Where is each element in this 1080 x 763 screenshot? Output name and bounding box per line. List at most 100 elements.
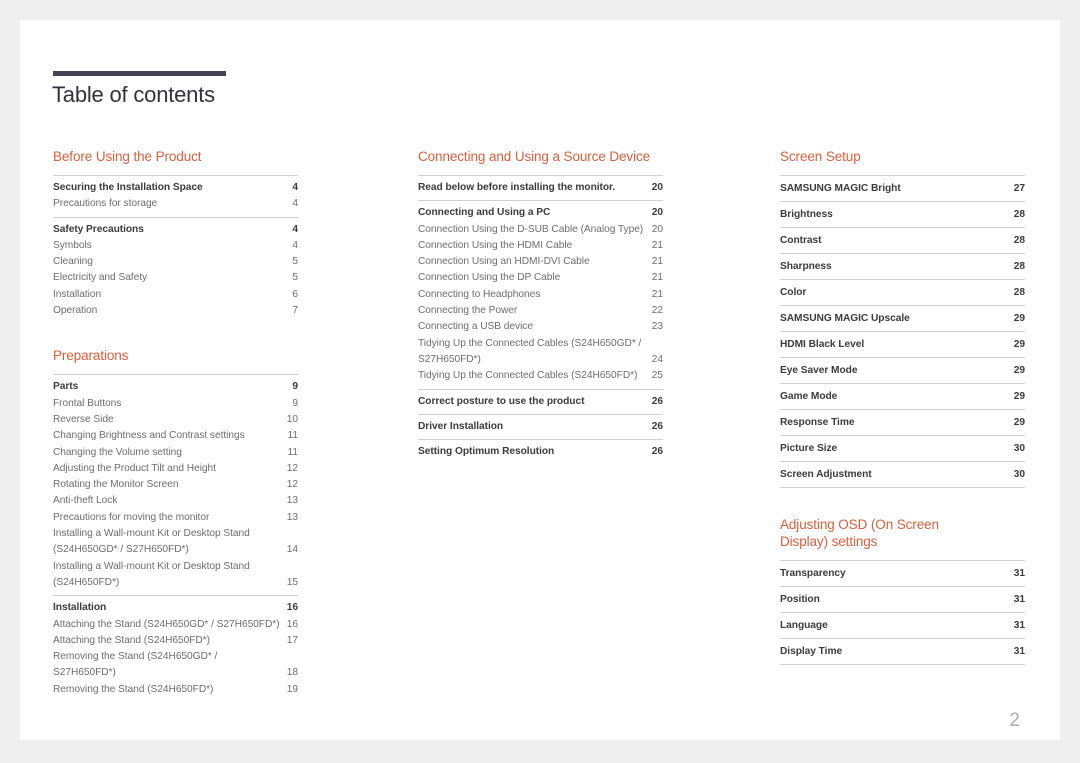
toc-entry-page-number: 29 (1013, 313, 1025, 324)
toc-entry-label: Connection Using the DP Cable (418, 272, 561, 284)
toc-entry[interactable]: Anti-theft Lock 13 (53, 493, 298, 509)
toc-entry-page-number: 29 (1013, 417, 1025, 428)
toc-entry[interactable]: Tidying Up the Connected Cables (S24H650… (418, 368, 663, 384)
toc-entry-label: Precautions for storage (53, 198, 158, 210)
toc-entry[interactable]: Precautions for storage 4 (53, 196, 298, 212)
toc-entry-page-number: 29 (1013, 339, 1025, 350)
toc-entry[interactable]: Game Mode 29 (780, 383, 1025, 409)
toc-entry[interactable]: Connection Using the D-SUB Cable (Analog… (418, 222, 663, 238)
toc-entry-page-number: 12 (286, 462, 298, 474)
toc-entry-page-number: 30 (1013, 443, 1025, 454)
toc-entry-page-number: 16 (286, 602, 298, 614)
toc-entry[interactable]: Language 31 (780, 612, 1025, 638)
toc-entry[interactable]: Installing a Wall-mount Kit or Desktop S… (53, 526, 298, 559)
document-page: Table of contents Before Using the Produ… (20, 20, 1060, 740)
toc-entry[interactable]: Connecting and Using a PC 20 (418, 200, 663, 221)
toc-entry[interactable]: Connection Using an HDMI-DVI Cable 21 (418, 254, 663, 270)
toc-entry[interactable]: Picture Size 30 (780, 435, 1025, 461)
toc-entry-label: Anti-theft Lock (53, 495, 118, 507)
toc-entry[interactable]: Tidying Up the Connected Cables (S24H650… (418, 336, 663, 369)
toc-entry-label: Language (780, 620, 828, 631)
toc-entry[interactable]: Symbols 4 (53, 238, 298, 254)
toc-entry[interactable]: Parts 9 (53, 374, 298, 395)
toc-entry[interactable]: Eye Saver Mode 29 (780, 357, 1025, 383)
toc-entry[interactable]: Read below before installing the monitor… (418, 175, 663, 196)
toc-entry-label: Rotating the Monitor Screen (53, 479, 179, 491)
toc-entry[interactable]: Reverse Side 10 (53, 412, 298, 428)
toc-entry-page-number: 4 (292, 239, 298, 251)
toc-entry-label: Operation (53, 305, 98, 317)
toc-entry[interactable]: Installing a Wall-mount Kit or Desktop S… (53, 559, 298, 592)
toc-entry-page-number: 28 (1013, 261, 1025, 272)
toc-entry-label: Transparency (780, 568, 846, 579)
toc-entry[interactable]: Transparency 31 (780, 560, 1025, 586)
toc-entry-label: Picture Size (780, 443, 838, 454)
toc-entry[interactable]: Installation 16 (53, 595, 298, 616)
toc-entry[interactable]: Safety Precautions 4 (53, 216, 298, 238)
toc-entry[interactable]: Precautions for moving the monitor 13 (53, 510, 298, 526)
toc-entry[interactable]: HDMI Black Level 29 (780, 331, 1025, 357)
toc-entry[interactable]: Screen Adjustment 30 (780, 461, 1025, 487)
toc-entry-page-number: 29 (1013, 365, 1025, 376)
toc-entry[interactable]: Removing the Stand (S24H650GD* / S27H650… (53, 649, 298, 682)
toc-entry[interactable]: Frontal Buttons 9 (53, 396, 298, 412)
toc-entry[interactable]: Attaching the Stand (S24H650GD* / S27H65… (53, 617, 298, 633)
toc-entry-page-number: 20 (651, 207, 663, 219)
toc-entry[interactable]: Adjusting the Product Tilt and Height 12 (53, 461, 298, 477)
toc-entry[interactable]: Response Time 29 (780, 409, 1025, 435)
toc-entry[interactable]: Contrast 28 (780, 227, 1025, 253)
toc-entry-label: SAMSUNG MAGIC Upscale (780, 313, 910, 324)
toc-entry-label: Screen Adjustment (780, 469, 872, 480)
toc-entry-label: Attaching the Stand (S24H650GD* / S27H65… (53, 618, 280, 630)
toc-entry-label: Attaching the Stand (S24H650FD*) (53, 634, 210, 646)
toc-entry[interactable]: Brightness 28 (780, 201, 1025, 227)
toc-entry-label: Connection Using the D-SUB Cable (Analog… (418, 223, 644, 235)
toc-entry[interactable]: Connection Using the HDMI Cable 21 (418, 238, 663, 254)
toc-entry[interactable]: Driver Installation 26 (418, 413, 663, 435)
toc-entry-page-number: 7 (292, 305, 298, 317)
toc-entry[interactable]: Operation 7 (53, 303, 298, 319)
toc-section-heading: Connecting and Using a Source Device (418, 149, 651, 164)
toc-entry-page-number: 28 (1013, 235, 1025, 246)
toc-entry[interactable]: Connection Using the DP Cable 21 (418, 270, 663, 286)
toc-entry[interactable]: Changing Brightness and Contrast setting… (53, 428, 298, 444)
toc-entry-page-number: 4 (292, 223, 298, 235)
toc-entry[interactable]: Correct posture to use the product 26 (418, 388, 663, 410)
toc-entry-page-number: 15 (286, 576, 298, 588)
toc-entry[interactable]: Position 31 (780, 586, 1025, 612)
toc-entry[interactable]: Securing the Installation Space 4 (53, 175, 298, 196)
toc-entry[interactable]: Connecting to Headphones 21 (418, 287, 663, 303)
toc-entry[interactable]: Rotating the Monitor Screen 12 (53, 477, 298, 493)
toc-entry-page-number: 28 (1013, 287, 1025, 298)
toc-entry-page-number: 6 (292, 288, 298, 300)
toc-entry-label: Contrast (780, 235, 822, 246)
toc-entry[interactable]: Color 28 (780, 279, 1025, 305)
toc-entry-label: Tidying Up the Connected Cables (S24H650… (418, 337, 642, 365)
toc-entry-label: Connection Using the HDMI Cable (418, 239, 573, 251)
toc-entry[interactable]: Attaching the Stand (S24H650FD*) 17 (53, 633, 298, 649)
toc-section-heading: Screen Setup (780, 149, 861, 164)
toc-entry-page-number: 16 (286, 618, 298, 630)
toc-entry[interactable]: Electricity and Safety 5 (53, 270, 298, 286)
toc-entry-label: Tidying Up the Connected Cables (S24H650… (418, 370, 638, 382)
toc-section: Screen Setup SAMSUNG MAGIC Bright 27 Bright… (780, 148, 1025, 488)
toc-entry-page-number: 20 (651, 182, 663, 193)
toc-entry-label: Connecting the Power (418, 305, 518, 317)
toc-entry[interactable]: SAMSUNG MAGIC Bright 27 (780, 175, 1025, 201)
toc-entry-page-number: 21 (651, 256, 663, 268)
toc-entry[interactable]: SAMSUNG MAGIC Upscale 29 (780, 305, 1025, 331)
toc-entry-page-number: 30 (1013, 469, 1025, 480)
toc-entry[interactable]: Connecting a USB device 23 (418, 319, 663, 335)
toc-entry-label: Installation (53, 602, 107, 614)
toc-entry[interactable]: Connecting the Power 22 (418, 303, 663, 319)
toc-entry-label: Installation (53, 288, 102, 300)
toc-entry[interactable]: Installation 6 (53, 287, 298, 303)
toc-entry[interactable]: Sharpness 28 (780, 253, 1025, 279)
toc-entry[interactable]: Cleaning 5 (53, 254, 298, 270)
toc-entry-label: Reverse Side (53, 413, 114, 425)
toc-entry[interactable]: Removing the Stand (S24H650FD*) 19 (53, 682, 298, 698)
toc-entry-label: Cleaning (53, 256, 93, 268)
toc-entry[interactable]: Setting Optimum Resolution 26 (418, 439, 663, 460)
toc-entry[interactable]: Changing the Volume setting 11 (53, 445, 298, 461)
toc-entry[interactable]: Display Time 31 (780, 638, 1025, 664)
